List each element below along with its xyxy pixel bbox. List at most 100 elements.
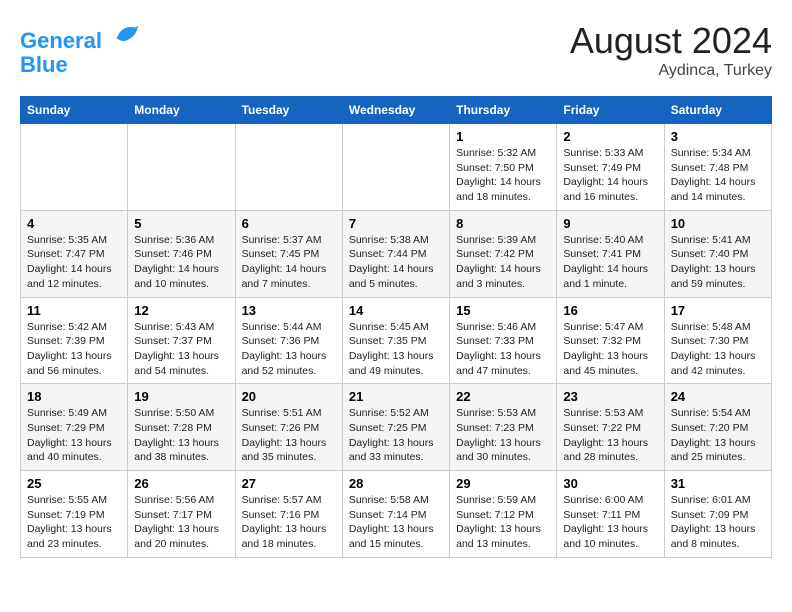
day-number: 7 <box>349 216 443 231</box>
day-info: Sunrise: 5:46 AMSunset: 7:33 PMDaylight:… <box>456 320 550 379</box>
day-info: Sunrise: 5:50 AMSunset: 7:28 PMDaylight:… <box>134 406 228 465</box>
calendar-week-row: 18 Sunrise: 5:49 AMSunset: 7:29 PMDayligh… <box>21 384 772 471</box>
day-number: 9 <box>563 216 657 231</box>
day-header-tuesday: Tuesday <box>235 97 342 124</box>
day-info: Sunrise: 5:43 AMSunset: 7:37 PMDaylight:… <box>134 320 228 379</box>
day-number: 1 <box>456 129 550 144</box>
calendar-cell <box>235 124 342 211</box>
day-info: Sunrise: 5:44 AMSunset: 7:36 PMDaylight:… <box>242 320 336 379</box>
day-number: 13 <box>242 303 336 318</box>
day-number: 11 <box>27 303 121 318</box>
day-number: 2 <box>563 129 657 144</box>
calendar-cell: 21 Sunrise: 5:52 AMSunset: 7:25 PMDayligh… <box>342 384 449 471</box>
calendar-cell: 26Sunrise: 5:56 AMSunset: 7:17 PMDayligh… <box>128 471 235 558</box>
day-number: 29 <box>456 476 550 491</box>
day-info: Sunrise: 5:39 AMSunset: 7:42 PMDaylight:… <box>456 233 550 292</box>
day-header-thursday: Thursday <box>450 97 557 124</box>
day-info: Sunrise: 5:37 AMSunset: 7:45 PMDaylight:… <box>242 233 336 292</box>
calendar-cell: 17 Sunrise: 5:48 AMSunset: 7:30 PMDayligh… <box>664 297 771 384</box>
day-info: Sunrise: 5:59 AMSunset: 7:12 PMDaylight:… <box>456 493 550 552</box>
calendar-week-row: 1Sunrise: 5:32 AMSunset: 7:50 PMDaylight… <box>21 124 772 211</box>
day-number: 19 <box>134 389 228 404</box>
day-info: Sunrise: 5:42 AMSunset: 7:39 PMDaylight:… <box>27 320 121 379</box>
day-info: Sunrise: 5:35 AMSunset: 7:47 PMDaylight:… <box>27 233 121 292</box>
day-number: 15 <box>456 303 550 318</box>
calendar-cell: 22Sunrise: 5:53 AMSunset: 7:23 PMDayligh… <box>450 384 557 471</box>
calendar-cell: 23 Sunrise: 5:53 AMSunset: 7:22 PMDayligh… <box>557 384 664 471</box>
day-header-sunday: Sunday <box>21 97 128 124</box>
day-info: Sunrise: 5:41 AMSunset: 7:40 PMDaylight:… <box>671 233 765 292</box>
day-info: Sunrise: 5:45 AMSunset: 7:35 PMDaylight:… <box>349 320 443 379</box>
days-of-week-row: SundayMondayTuesdayWednesdayThursdayFrid… <box>21 97 772 124</box>
day-info: Sunrise: 5:40 AMSunset: 7:41 PMDaylight:… <box>563 233 657 292</box>
day-info: Sunrise: 5:55 AMSunset: 7:19 PMDaylight:… <box>27 493 121 552</box>
calendar-cell: 14 Sunrise: 5:45 AMSunset: 7:35 PMDayligh… <box>342 297 449 384</box>
calendar-cell: 25 Sunrise: 5:55 AMSunset: 7:19 PMDayligh… <box>21 471 128 558</box>
day-info: Sunrise: 5:54 AMSunset: 7:20 PMDaylight:… <box>671 406 765 465</box>
day-number: 8 <box>456 216 550 231</box>
calendar-table: SundayMondayTuesdayWednesdayThursdayFrid… <box>20 96 772 558</box>
logo: General Blue <box>20 20 140 77</box>
page-header: General Blue August 2024 Aydinca, Turkey <box>20 20 772 80</box>
calendar-cell: 11 Sunrise: 5:42 AMSunset: 7:39 PMDayligh… <box>21 297 128 384</box>
calendar-cell: 29 Sunrise: 5:59 AMSunset: 7:12 PMDayligh… <box>450 471 557 558</box>
day-info: Sunrise: 5:52 AMSunset: 7:25 PMDaylight:… <box>349 406 443 465</box>
day-number: 31 <box>671 476 765 491</box>
day-number: 26 <box>134 476 228 491</box>
day-number: 16 <box>563 303 657 318</box>
day-number: 30 <box>563 476 657 491</box>
day-number: 21 <box>349 389 443 404</box>
day-number: 17 <box>671 303 765 318</box>
day-number: 25 <box>27 476 121 491</box>
calendar-cell: 20Sunrise: 5:51 AMSunset: 7:26 PMDayligh… <box>235 384 342 471</box>
calendar-week-row: 25 Sunrise: 5:55 AMSunset: 7:19 PMDayligh… <box>21 471 772 558</box>
calendar-cell: 5Sunrise: 5:36 AMSunset: 7:46 PMDaylight… <box>128 210 235 297</box>
day-number: 22 <box>456 389 550 404</box>
day-info: Sunrise: 6:01 AMSunset: 7:09 PMDaylight:… <box>671 493 765 552</box>
day-header-monday: Monday <box>128 97 235 124</box>
day-number: 14 <box>349 303 443 318</box>
day-info: Sunrise: 6:00 AMSunset: 7:11 PMDaylight:… <box>563 493 657 552</box>
calendar-cell: 27 Sunrise: 5:57 AMSunset: 7:16 PMDayligh… <box>235 471 342 558</box>
day-number: 12 <box>134 303 228 318</box>
sub-title: Aydinca, Turkey <box>570 62 772 80</box>
day-header-friday: Friday <box>557 97 664 124</box>
calendar-cell <box>342 124 449 211</box>
day-info: Sunrise: 5:57 AMSunset: 7:16 PMDaylight:… <box>242 493 336 552</box>
day-info: Sunrise: 5:48 AMSunset: 7:30 PMDaylight:… <box>671 320 765 379</box>
calendar-cell: 19 Sunrise: 5:50 AMSunset: 7:28 PMDayligh… <box>128 384 235 471</box>
day-info: Sunrise: 5:53 AMSunset: 7:22 PMDaylight:… <box>563 406 657 465</box>
calendar-header: SundayMondayTuesdayWednesdayThursdayFrid… <box>21 97 772 124</box>
day-info: Sunrise: 5:38 AMSunset: 7:44 PMDaylight:… <box>349 233 443 292</box>
calendar-cell: 7 Sunrise: 5:38 AMSunset: 7:44 PMDaylight… <box>342 210 449 297</box>
day-number: 24 <box>671 389 765 404</box>
day-number: 23 <box>563 389 657 404</box>
day-info: Sunrise: 5:51 AMSunset: 7:26 PMDaylight:… <box>242 406 336 465</box>
calendar-title-block: August 2024 Aydinca, Turkey <box>570 20 772 80</box>
day-info: Sunrise: 5:33 AMSunset: 7:49 PMDaylight:… <box>563 146 657 205</box>
calendar-cell: 2 Sunrise: 5:33 AMSunset: 7:49 PMDaylight… <box>557 124 664 211</box>
day-number: 27 <box>242 476 336 491</box>
calendar-cell: 16 Sunrise: 5:47 AMSunset: 7:32 PMDayligh… <box>557 297 664 384</box>
calendar-cell: 12 Sunrise: 5:43 AMSunset: 7:37 PMDayligh… <box>128 297 235 384</box>
calendar-week-row: 11 Sunrise: 5:42 AMSunset: 7:39 PMDayligh… <box>21 297 772 384</box>
calendar-cell: 15 Sunrise: 5:46 AMSunset: 7:33 PMDayligh… <box>450 297 557 384</box>
calendar-body: 1Sunrise: 5:32 AMSunset: 7:50 PMDaylight… <box>21 124 772 558</box>
day-info: Sunrise: 5:49 AMSunset: 7:29 PMDaylight:… <box>27 406 121 465</box>
calendar-cell: 1Sunrise: 5:32 AMSunset: 7:50 PMDaylight… <box>450 124 557 211</box>
calendar-cell: 18 Sunrise: 5:49 AMSunset: 7:29 PMDayligh… <box>21 384 128 471</box>
calendar-cell: 28Sunrise: 5:58 AMSunset: 7:14 PMDayligh… <box>342 471 449 558</box>
day-number: 18 <box>27 389 121 404</box>
day-number: 28 <box>349 476 443 491</box>
calendar-cell: 4Sunrise: 5:35 AMSunset: 7:47 PMDaylight… <box>21 210 128 297</box>
calendar-cell: 31 Sunrise: 6:01 AMSunset: 7:09 PMDayligh… <box>664 471 771 558</box>
day-number: 10 <box>671 216 765 231</box>
calendar-cell: 13 Sunrise: 5:44 AMSunset: 7:36 PMDayligh… <box>235 297 342 384</box>
logo-blue: Blue <box>20 52 68 77</box>
day-info: Sunrise: 5:36 AMSunset: 7:46 PMDaylight:… <box>134 233 228 292</box>
logo-bird-icon <box>112 20 140 48</box>
day-info: Sunrise: 5:47 AMSunset: 7:32 PMDaylight:… <box>563 320 657 379</box>
day-header-wednesday: Wednesday <box>342 97 449 124</box>
day-header-saturday: Saturday <box>664 97 771 124</box>
day-info: Sunrise: 5:34 AMSunset: 7:48 PMDaylight:… <box>671 146 765 205</box>
